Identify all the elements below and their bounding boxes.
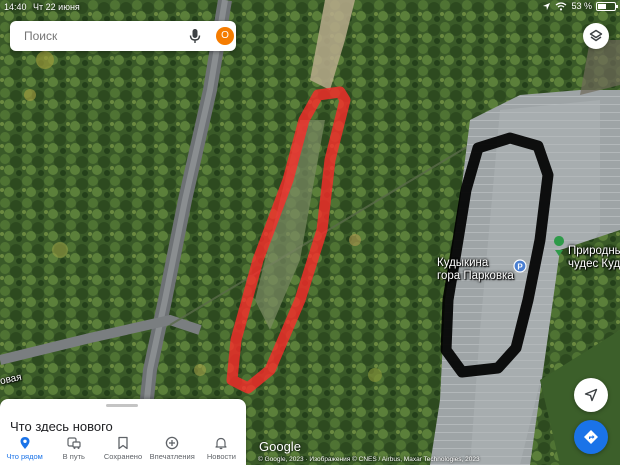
layers-button[interactable] (583, 23, 609, 49)
directions-button[interactable] (574, 420, 608, 454)
park-label-line1[interactable]: Природный (568, 245, 620, 258)
nav-label-updates: Новости (206, 452, 236, 461)
status-bar: 14:40 Чт 22 июня 53 % (0, 0, 620, 14)
search-input[interactable] (24, 29, 164, 43)
search-bar[interactable]: О (10, 21, 236, 51)
nav-item-updates[interactable]: Новости (197, 432, 246, 465)
sheet-drag-handle[interactable] (106, 404, 138, 407)
nav-item-saved[interactable]: Сохранено (98, 432, 147, 465)
nav-label-contribute: Впечатления (149, 452, 195, 461)
battery-icon (596, 1, 618, 11)
nav-item-contribute[interactable]: Впечатления (148, 432, 197, 465)
add-circle-icon (165, 436, 179, 450)
bookmark-icon (118, 436, 128, 450)
microphone-icon[interactable] (188, 28, 202, 44)
nav-label-commute: В путь (62, 452, 85, 461)
google-logo: Google (259, 439, 301, 454)
bell-icon (215, 437, 228, 450)
nav-label-saved: Сохранено (103, 452, 143, 461)
layers-icon (589, 29, 603, 42)
parking-label-line2[interactable]: гора Парковка (437, 270, 514, 283)
park-label-line2[interactable]: чудес Куд (568, 258, 620, 271)
nav-item-explore[interactable]: Что рядом (0, 432, 49, 465)
wifi-icon (556, 1, 567, 10)
bottom-navigation: Что рядом В путь Сохранено Впечатления Н… (0, 432, 246, 465)
my-location-button[interactable] (574, 378, 608, 412)
location-arrow-icon (543, 2, 551, 10)
status-date: Чт 22 июня (33, 2, 80, 12)
directions-icon (584, 430, 598, 444)
location-pin-icon (20, 437, 30, 449)
parking-label-line1[interactable]: Кудыкина (437, 257, 488, 270)
account-avatar[interactable]: О (216, 27, 234, 45)
nav-item-commute[interactable]: В путь (49, 432, 98, 465)
satellite-map[interactable]: P Кудыкина гора Парковка Природный чудес… (0, 0, 620, 465)
status-time: 14:40 (4, 2, 27, 12)
commute-icon (67, 437, 81, 449)
svg-text:P: P (517, 263, 523, 272)
nav-label-explore: Что рядом (6, 452, 43, 461)
navigation-arrow-icon (584, 388, 598, 402)
battery-percent: 53 % (571, 1, 592, 11)
map-imagery: P (0, 0, 620, 465)
map-attribution[interactable]: © Google, 2023 · Изображения © CNES / Ai… (258, 456, 480, 463)
